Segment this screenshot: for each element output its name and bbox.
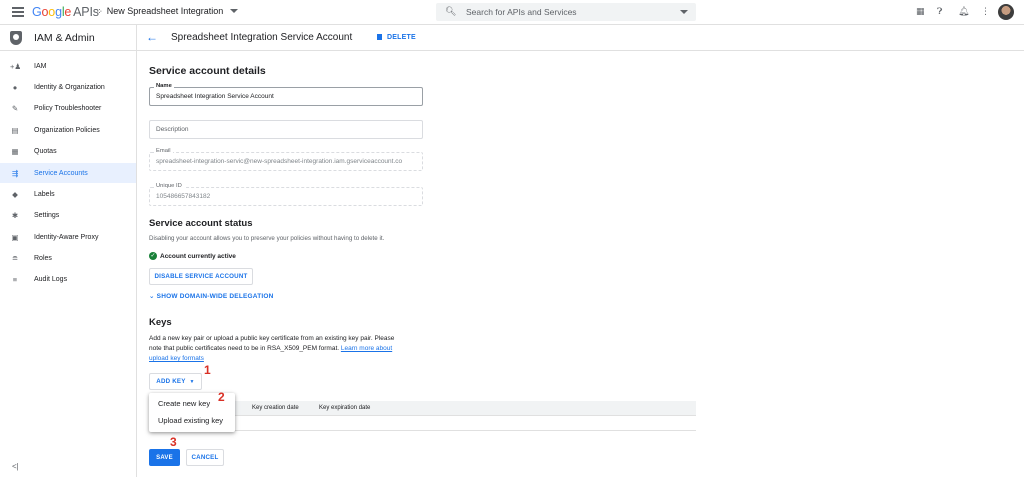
add-key-button[interactable]: ADD KEY ▼	[149, 373, 202, 390]
status-description: Disabling your account allows you to pre…	[149, 235, 385, 242]
sidebar-item-settings[interactable]: ✱ Settings	[0, 205, 136, 225]
details-heading: Service account details	[149, 65, 266, 77]
show-domain-wide-delegation-button[interactable]: ⌄ SHOW DOMAIN-WIDE DELEGATION	[149, 292, 274, 300]
roles-icon: ≘	[11, 253, 19, 263]
keys-desc-line1: Add a new key pair or upload a public ke…	[149, 335, 395, 342]
unique-id-field: Unique ID 105486657843182	[149, 183, 423, 206]
trash-icon	[377, 34, 382, 40]
check-circle-icon: ✓	[149, 252, 157, 260]
gear-icon: ✱	[11, 210, 19, 220]
unique-id-label: Unique ID	[154, 183, 184, 189]
project-name: New Spreadsheet Integration	[106, 6, 224, 16]
name-value: Spreadsheet Integration Service Account	[156, 93, 274, 100]
description-field[interactable]: Description	[149, 120, 423, 139]
sidebar-item-label: Policy Troubleshooter	[34, 104, 102, 112]
search-bar[interactable]: 🔍︎ Search for APIs and Services	[436, 3, 696, 21]
keys-heading: Keys	[149, 317, 172, 328]
top-bar: Google APIs ⁘ New Spreadsheet Integration…	[0, 0, 1024, 25]
sidebar-item-label: Roles	[34, 254, 52, 262]
gift-icon[interactable]: ▦	[916, 6, 925, 17]
sidebar-item-service-accounts[interactable]: ⇶ Service Accounts	[0, 163, 136, 183]
add-key-label: ADD KEY	[156, 378, 186, 385]
google-apis-logo[interactable]: Google APIs	[32, 5, 99, 19]
save-button[interactable]: SAVE	[149, 449, 180, 466]
label-icon: ◆	[12, 189, 18, 199]
proxy-icon: ▣	[11, 232, 19, 242]
sidebar-item-label: Labels	[34, 190, 55, 198]
wrench-icon: ✎	[11, 103, 19, 113]
delegation-label: SHOW DOMAIN-WIDE DELEGATION	[156, 293, 274, 300]
chevron-down-icon[interactable]	[680, 10, 688, 14]
quota-icon: ▦	[11, 146, 19, 156]
collapse-sidebar-icon[interactable]: <|	[12, 462, 19, 471]
page-title: Spreadsheet Integration Service Account	[171, 32, 353, 43]
learn-more-link[interactable]: Learn more about	[341, 345, 392, 352]
sidebar-item-policy-troubleshooter[interactable]: ✎ Policy Troubleshooter	[0, 98, 136, 118]
shield-icon	[10, 30, 22, 45]
sidebar-item-label: Identity & Organization	[34, 83, 105, 91]
caret-down-icon: ▼	[189, 378, 195, 385]
sidebar-item-labels[interactable]: ◆ Labels	[0, 184, 136, 204]
sidebar-item-label: Service Accounts	[34, 169, 88, 177]
sidebar-item-label: Settings	[34, 211, 60, 219]
sidebar-item-iam[interactable]: +♟ IAM	[0, 56, 136, 76]
sidebar-item-label: Quotas	[34, 147, 57, 155]
sidebar-item-label: Audit Logs	[34, 275, 68, 283]
list-icon: ≡	[12, 274, 18, 284]
sidebar-item-label: Organization Policies	[34, 126, 100, 134]
sidebar-item-roles[interactable]: ≘ Roles	[0, 248, 136, 268]
column-key-creation-date[interactable]: Key creation date	[252, 405, 299, 411]
policy-doc-icon: ▤	[11, 125, 19, 135]
email-value: spreadsheet-integration-servic@new-sprea…	[156, 158, 403, 165]
delete-button[interactable]: DELETE	[377, 34, 416, 41]
email-field: Email spreadsheet-integration-servic@new…	[149, 148, 423, 171]
sidebar: IAM & Admin +♟ IAM ● Identity & Organiza…	[0, 25, 137, 477]
chevron-down-icon	[230, 9, 239, 13]
keys-desc-line2: note that public certificates need to be…	[149, 345, 340, 352]
chevron-down-icon: ⌄	[149, 293, 155, 300]
more-vert-icon[interactable]: ⋮	[981, 6, 990, 17]
bell-icon[interactable]: 🔔︎	[958, 6, 969, 17]
project-selector[interactable]: ⁘ New Spreadsheet Integration	[96, 6, 239, 16]
sidebar-item-organization-policies[interactable]: ▤ Organization Policies	[0, 120, 136, 140]
cancel-button[interactable]: CANCEL	[186, 449, 224, 466]
keys-description: Add a new key pair or upload a public ke…	[149, 334, 419, 364]
upload-key-formats-link[interactable]: upload key formats	[149, 355, 204, 362]
account-circle-icon: ●	[12, 82, 18, 92]
menu-item-create-new-key[interactable]: Create new key	[158, 399, 210, 408]
sidebar-item-identity-organization[interactable]: ● Identity & Organization	[0, 77, 136, 97]
unique-id-value: 105486657843182	[156, 193, 211, 200]
sidebar-header: IAM & Admin	[0, 25, 136, 51]
column-key-expiration-date[interactable]: Key expiration date	[319, 405, 370, 411]
search-icon: 🔍︎	[445, 6, 457, 16]
annotation-step-2: 2	[218, 390, 225, 404]
project-icon: ⁘	[96, 6, 103, 16]
disable-service-account-button[interactable]: DISABLE SERVICE ACCOUNT	[149, 268, 253, 285]
service-account-icon: ⇶	[11, 168, 19, 178]
status-active: ✓ Account currently active	[149, 252, 236, 260]
name-label: Name	[154, 83, 174, 89]
back-arrow-icon[interactable]: ←	[146, 30, 158, 44]
status-active-text: Account currently active	[160, 252, 236, 260]
sidebar-item-label: IAM	[34, 62, 47, 70]
name-field[interactable]: Name Spreadsheet Integration Service Acc…	[149, 83, 423, 106]
sidebar-title: IAM & Admin	[34, 31, 95, 44]
menu-item-upload-existing-key[interactable]: Upload existing key	[158, 416, 223, 425]
sidebar-item-quotas[interactable]: ▦ Quotas	[0, 141, 136, 161]
email-label: Email	[154, 148, 173, 154]
hamburger-menu-icon[interactable]	[12, 7, 24, 17]
page-header: ← Spreadsheet Integration Service Accoun…	[137, 25, 1024, 51]
delete-label: DELETE	[387, 34, 416, 41]
person-add-icon: +♟	[10, 61, 22, 71]
search-input[interactable]: Search for APIs and Services	[466, 7, 577, 17]
description-placeholder: Description	[156, 126, 189, 133]
sidebar-item-identity-aware-proxy[interactable]: ▣ Identity-Aware Proxy	[0, 227, 136, 247]
status-heading: Service account status	[149, 218, 253, 229]
annotation-step-1: 1	[204, 363, 211, 377]
sidebar-item-audit-logs[interactable]: ≡ Audit Logs	[0, 269, 136, 289]
annotation-step-3: 3	[170, 435, 177, 449]
avatar[interactable]	[998, 4, 1014, 20]
help-icon[interactable]: ❓︎	[937, 6, 942, 17]
sidebar-item-label: Identity-Aware Proxy	[34, 233, 99, 241]
